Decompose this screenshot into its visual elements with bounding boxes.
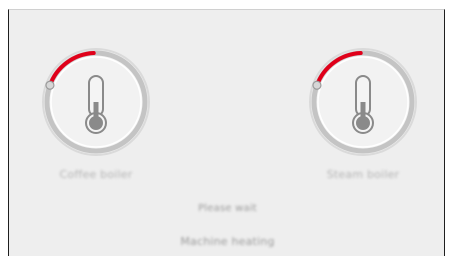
heating-screen: Coffee boiler Steam boiler Please wait M… <box>8 9 445 256</box>
coffee-boiler-gauge <box>38 44 154 160</box>
status-please-wait: Please wait <box>198 203 257 214</box>
progress-knob <box>45 80 55 90</box>
coffee-boiler-label: Coffee boiler <box>59 168 133 181</box>
progress-knob <box>312 80 322 90</box>
status-machine-heating: Machine heating <box>180 235 275 248</box>
coffee-gauge-svg <box>42 48 150 156</box>
thermometer-bulb <box>356 116 370 130</box>
steam-boiler-label: Steam boiler <box>326 168 400 181</box>
steam-gauge-svg <box>309 48 417 156</box>
thermometer-icon <box>85 75 107 134</box>
thermometer-icon <box>352 75 374 134</box>
thermometer-bulb <box>89 116 103 130</box>
steam-boiler-gauge <box>305 44 421 160</box>
